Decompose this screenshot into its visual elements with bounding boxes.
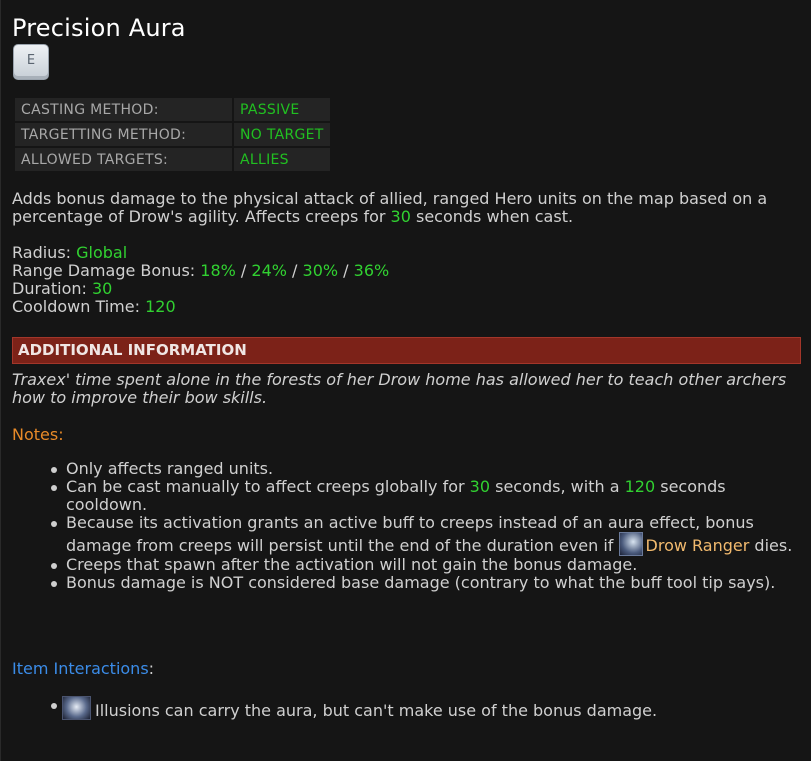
item-interactions-link[interactable]: Item Interactions (12, 659, 149, 678)
separator: / (235, 261, 252, 280)
title-colon: : (148, 659, 155, 678)
note-text: seconds, with a (490, 477, 625, 496)
duration-row: Duration: 30 (12, 280, 389, 298)
table-row: TARGETTING METHOD: NO TARGET (15, 123, 330, 146)
description-duration: 30 (390, 207, 411, 226)
ability-stats: Radius: Global Range Damage Bonus: 18% /… (12, 244, 389, 316)
separator: / (286, 261, 303, 280)
damage-bonus-level-3: 30% (302, 261, 339, 280)
damage-bonus-label: Range Damage Bonus: (12, 261, 201, 280)
cooldown-label: Cooldown Time: (12, 297, 146, 316)
item-note-text: Illusions can carry the aura, but can't … (95, 701, 658, 720)
note-value: 30 (469, 477, 491, 496)
separator: / (338, 261, 354, 280)
item-interactions-title: Item Interactions: (12, 660, 154, 678)
casting-method-label: CASTING METHOD: (15, 98, 232, 121)
damage-bonus-level-1: 18% (200, 261, 236, 280)
radius-label: Radius: (12, 243, 77, 262)
illusion-item-icon[interactable] (62, 696, 91, 720)
hotkey-badge: E (13, 44, 49, 80)
damage-bonus-level-4: 36% (353, 261, 390, 280)
allowed-targets-label: ALLOWED TARGETS: (15, 148, 232, 171)
lore-text: Traxex' time spent alone in the forests … (12, 370, 787, 407)
list-item: Because its activation grants an active … (12, 514, 802, 556)
additional-info-header: ADDITIONAL INFORMATION (12, 337, 801, 364)
list-item: Can be cast manually to affect creeps gl… (12, 478, 802, 514)
radius-row: Radius: Global (12, 244, 389, 262)
duration-value: 30 (91, 279, 113, 298)
radius-value: Global (76, 243, 128, 262)
ability-title: Precision Aura (12, 14, 186, 42)
cooldown-value: 120 (145, 297, 176, 316)
allowed-targets-value: ALLIES (234, 148, 330, 171)
list-item: Bonus damage is NOT considered base dama… (12, 574, 802, 592)
cooldown-row: Cooldown Time: 120 (12, 298, 389, 316)
note-text: Only affects ranged units. (66, 459, 274, 478)
drow-ranger-link[interactable]: Drow Ranger (646, 536, 750, 555)
note-text: Bonus damage is NOT considered base dama… (66, 573, 776, 592)
table-row: ALLOWED TARGETS: ALLIES (15, 148, 330, 171)
duration-label: Duration: (12, 279, 92, 298)
list-item: Only affects ranged units. (12, 460, 802, 478)
ability-info-table: CASTING METHOD: PASSIVE TARGETTING METHO… (13, 96, 332, 173)
notes-list: Only affects ranged units. Can be cast m… (12, 460, 802, 592)
ability-description: Adds bonus damage to the physical attack… (12, 190, 802, 226)
drow-ranger-portrait-icon[interactable] (618, 532, 643, 556)
list-item: Creeps that spawn after the activation w… (12, 556, 802, 574)
damage-bonus-level-2: 24% (251, 261, 287, 280)
table-row: CASTING METHOD: PASSIVE (15, 98, 330, 121)
notes-title: Notes: (12, 425, 64, 444)
item-interactions-list: Illusions can carry the aura, but can't … (12, 696, 802, 720)
list-item: Illusions can carry the aura, but can't … (12, 696, 802, 720)
description-text-end: seconds when cast. (410, 207, 574, 226)
damage-bonus-row: Range Damage Bonus: 18% / 24% / 30% / 36… (12, 262, 389, 280)
note-text: Can be cast manually to affect creeps gl… (66, 477, 470, 496)
note-text: Creeps that spawn after the activation w… (66, 555, 638, 574)
note-text: dies. (749, 536, 793, 555)
targetting-method-label: TARGETTING METHOD: (15, 123, 232, 146)
targetting-method-value: NO TARGET (234, 123, 330, 146)
casting-method-value: PASSIVE (234, 98, 330, 121)
note-value: 120 (624, 477, 656, 496)
